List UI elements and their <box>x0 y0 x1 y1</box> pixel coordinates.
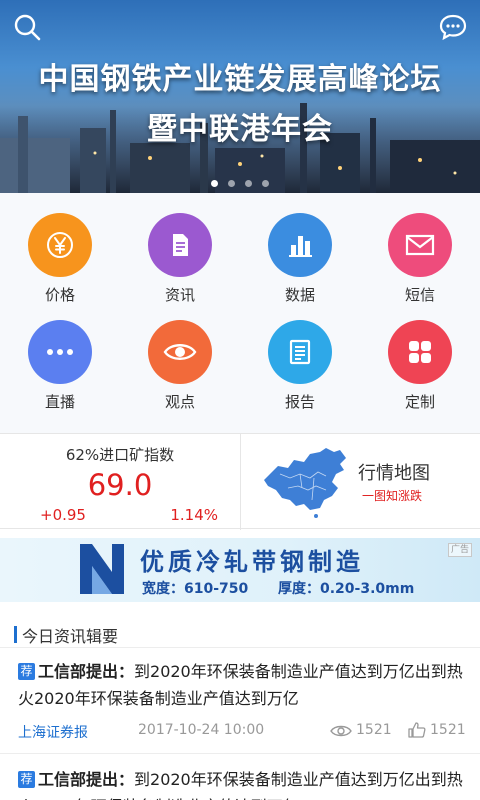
like-count-value: 1521 <box>430 722 466 738</box>
index-change: +0.95 <box>40 506 86 524</box>
news-headline-lead: 工信部提出： <box>38 662 135 681</box>
news-meta: 上海证券报 2017-10-24 10:00 1521 1521 <box>18 722 468 742</box>
ad-tag: 广告 <box>447 543 472 557</box>
envelope-icon <box>388 213 452 277</box>
news-headline: 荐工信部提出：到2020年环保装备制造业产值达到万亿出到热火2020年环保装备制… <box>18 658 468 712</box>
category-news[interactable]: 资讯 <box>120 193 240 304</box>
index-change-percent: 1.14% <box>170 506 218 524</box>
category-label: 直播 <box>44 393 75 411</box>
news-source[interactable]: 上海证券报 <box>18 722 88 742</box>
carousel-dot[interactable] <box>262 180 269 187</box>
market-map-card[interactable]: 行情地图 一图知涨跌 <box>241 434 480 530</box>
company-logo <box>80 544 124 594</box>
news-time: 2017-10-24 10:00 <box>138 722 265 738</box>
banner-title-line1: 中国钢铁产业链发展高峰论坛 <box>38 62 442 97</box>
category-opinion[interactable]: 观点 <box>120 300 240 411</box>
report-icon <box>268 320 332 384</box>
news-headline-lead: 工信部提出： <box>38 770 135 789</box>
market-map-subtitle: 一图知涨跌 <box>362 489 423 503</box>
ad-title: 优质冷轧带钢制造 <box>140 548 364 576</box>
yen-icon <box>28 213 92 277</box>
category-custom[interactable]: 定制 <box>360 300 480 411</box>
category-price[interactable]: 价格 <box>0 193 120 304</box>
ad-thickness-spec: 厚度：0.20-3.0mm <box>278 581 415 597</box>
app-screen: 中国钢铁产业链发展高峰论坛 暨中联港年会 价格 资讯 数据 短信 直播 观点 报… <box>0 0 480 800</box>
chat-icon[interactable] <box>438 12 468 42</box>
category-report[interactable]: 报告 <box>240 300 360 411</box>
search-icon[interactable] <box>12 12 42 42</box>
news-headline: 荐工信部提出：到2020年环保装备制造业产值达到万亿出到热火2020年环保装备制… <box>18 766 468 800</box>
hero-banner[interactable]: 中国钢铁产业链发展高峰论坛 暨中联港年会 <box>0 0 480 193</box>
like-count[interactable]: 1521 <box>408 722 466 738</box>
eye-icon <box>148 320 212 384</box>
market-map-title: 行情地图 <box>358 463 430 484</box>
recommend-badge: 荐 <box>18 663 35 680</box>
category-data[interactable]: 数据 <box>240 193 360 304</box>
news-item[interactable]: 荐工信部提出：到2020年环保装备制造业产值达到万亿出到热火2020年环保装备制… <box>0 766 480 800</box>
carousel-dot[interactable] <box>228 180 235 187</box>
index-title: 62%进口矿指数 <box>65 446 175 464</box>
ad-width-spec: 宽度：610-750 <box>142 581 249 597</box>
carousel-dot[interactable] <box>211 180 218 187</box>
eye-icon <box>330 725 352 737</box>
category-sms[interactable]: 短信 <box>360 193 480 304</box>
more-dots-icon <box>28 320 92 384</box>
news-item[interactable]: 荐工信部提出：到2020年环保装备制造业产值达到万亿出到热火2020年环保装备制… <box>0 658 480 754</box>
category-label: 定制 <box>404 393 435 411</box>
bar-chart-icon <box>268 213 332 277</box>
news-section-header: 今日资讯辑要 <box>0 618 480 648</box>
market-summary: 62%进口矿指数 69.0 +0.95 1.14% 行情地图 一图知涨跌 <box>0 433 480 530</box>
view-count: 1521 <box>330 722 392 738</box>
document-icon <box>148 213 212 277</box>
section-accent-bar <box>14 626 17 643</box>
iron-ore-index-card[interactable]: 62%进口矿指数 69.0 +0.95 1.14% <box>0 434 240 530</box>
category-label: 观点 <box>164 393 195 411</box>
index-value: 69.0 <box>87 468 153 502</box>
carousel-indicator <box>0 172 480 191</box>
china-map-icon <box>264 448 346 518</box>
category-grid: 价格 资讯 数据 短信 直播 观点 报告 定制 <box>0 193 480 433</box>
recommend-badge: 荐 <box>18 771 35 788</box>
carousel-dot[interactable] <box>245 180 252 187</box>
thumbs-up-icon <box>408 722 426 738</box>
section-title: 今日资讯辑要 <box>22 627 119 646</box>
category-live[interactable]: 直播 <box>0 300 120 411</box>
view-count-value: 1521 <box>356 722 392 738</box>
ad-banner[interactable]: 优质冷轧带钢制造 宽度：610-750 厚度：0.20-3.0mm 广告 <box>0 538 480 602</box>
banner-title-line2: 暨中联港年会 <box>147 112 333 147</box>
category-label: 报告 <box>284 393 315 411</box>
grid-icon <box>388 320 452 384</box>
